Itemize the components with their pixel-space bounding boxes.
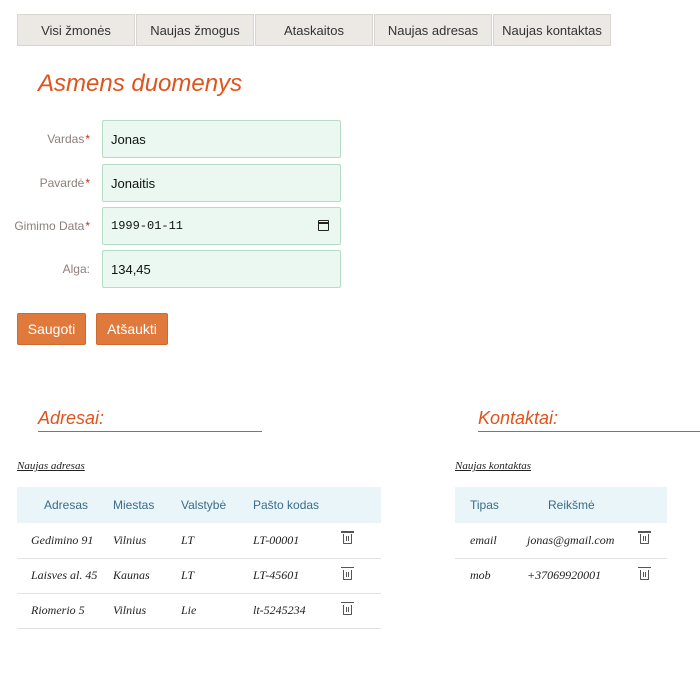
- table-row: Riomerio 5 Vilnius Lie lt-5245234: [17, 593, 381, 629]
- pavarde-input[interactable]: [102, 164, 341, 202]
- trash-icon[interactable]: [638, 531, 651, 545]
- city-cell: Vilnius: [112, 593, 180, 629]
- tab-naujas-adresas[interactable]: Naujas adresas: [374, 14, 492, 46]
- col-header-tipas: Tipas: [455, 487, 526, 523]
- form-row-alga: Alga:: [0, 250, 360, 288]
- trash-icon[interactable]: [341, 531, 354, 545]
- contacts-table: Tipas Reikšmė email jonas@gmail.com mob …: [455, 487, 667, 593]
- col-header-reiksme: Reikšmė: [526, 487, 639, 523]
- contact-type-cell: email: [455, 523, 526, 559]
- postal-cell: lt-5245234: [252, 593, 342, 629]
- table-row: mob +37069920001: [455, 558, 667, 593]
- country-cell: LT: [180, 558, 252, 594]
- country-cell: LT: [180, 523, 252, 559]
- form-row-vardas: Vardas *: [0, 120, 360, 158]
- gimimo-data-label-text: Gimimo Data: [14, 219, 85, 233]
- vardas-label: Vardas *: [47, 120, 90, 158]
- actions-cell: [341, 523, 381, 559]
- actions-cell: [341, 558, 381, 594]
- tab-naujas-kontaktas[interactable]: Naujas kontaktas: [493, 14, 611, 46]
- alga-label: Alga:: [63, 250, 90, 288]
- calendar-icon[interactable]: [318, 220, 329, 231]
- form-row-gimimo-data: Gimimo Data *: [0, 207, 360, 245]
- tab-naujas-zmogus[interactable]: Naujas žmogus: [136, 14, 254, 46]
- addresses-header-row: Adresas Miestas Valstybė Pašto kodas: [17, 487, 381, 523]
- trash-icon[interactable]: [638, 566, 651, 580]
- actions-cell: [638, 523, 667, 559]
- addresses-title: Adresai:: [38, 408, 262, 432]
- contact-value-cell: jonas@gmail.com: [526, 523, 639, 559]
- trash-icon[interactable]: [341, 601, 354, 615]
- contacts-header-row: Tipas Reikšmė: [455, 487, 667, 523]
- table-row: email jonas@gmail.com: [455, 523, 667, 559]
- actions-cell: [341, 593, 381, 629]
- city-cell: Vilnius: [112, 523, 180, 559]
- country-cell: Lie: [180, 593, 252, 629]
- cancel-button[interactable]: Atšaukti: [96, 313, 168, 345]
- col-header-miestas: Miestas: [112, 487, 180, 523]
- form-row-pavarde: Pavardė *: [0, 164, 360, 202]
- required-mark: *: [85, 132, 90, 146]
- address-cell: Gedimino 91: [17, 523, 112, 559]
- col-header-adresas: Adresas: [17, 487, 112, 523]
- contact-value-cell: +37069920001: [527, 568, 602, 583]
- col-header-actions: [342, 487, 381, 523]
- required-mark: *: [85, 219, 90, 233]
- vardas-label-text: Vardas: [47, 132, 85, 146]
- contact-type-cell: mob: [470, 568, 491, 583]
- alga-input[interactable]: [102, 250, 341, 288]
- address-cell: Laisves al. 45: [17, 558, 112, 594]
- col-header-actions: [639, 487, 667, 523]
- table-row: Gedimino 91 Vilnius LT LT-00001: [17, 523, 381, 559]
- address-cell: Riomerio 5: [17, 593, 112, 629]
- trash-icon[interactable]: [341, 566, 354, 580]
- col-header-pasto-kodas: Pašto kodas: [252, 487, 342, 523]
- gimimo-data-label: Gimimo Data *: [14, 207, 90, 245]
- actions-cell: [638, 558, 667, 593]
- tab-ataskaitos[interactable]: Ataskaitos: [255, 14, 373, 46]
- page-title: Asmens duomenys: [38, 70, 243, 97]
- alga-label-text: Alga:: [62, 262, 90, 276]
- postal-cell: LT-00001: [252, 523, 342, 559]
- addresses-table: Adresas Miestas Valstybė Pašto kodas Ged…: [17, 487, 381, 629]
- table-row: Laisves al. 45 Kaunas LT LT-45601: [17, 558, 381, 594]
- birth-date-input[interactable]: [102, 207, 341, 245]
- new-contact-link[interactable]: Naujas kontaktas: [455, 460, 531, 472]
- required-mark: *: [85, 176, 90, 190]
- postal-cell: LT-45601: [252, 558, 342, 594]
- vardas-input[interactable]: [102, 120, 341, 158]
- pavarde-label-text: Pavardė: [39, 176, 85, 190]
- contacts-title: Kontaktai:: [478, 408, 700, 432]
- save-button[interactable]: Saugoti: [17, 313, 86, 345]
- tab-visi-zmones[interactable]: Visi žmonės: [17, 14, 135, 46]
- pavarde-label: Pavardė *: [40, 164, 90, 202]
- city-cell: Kaunas: [112, 558, 180, 594]
- top-nav: Visi žmonės Naujas žmogus Ataskaitos Nau…: [17, 14, 612, 46]
- new-address-link[interactable]: Naujas adresas: [17, 460, 85, 472]
- col-header-valstybe: Valstybė: [180, 487, 252, 523]
